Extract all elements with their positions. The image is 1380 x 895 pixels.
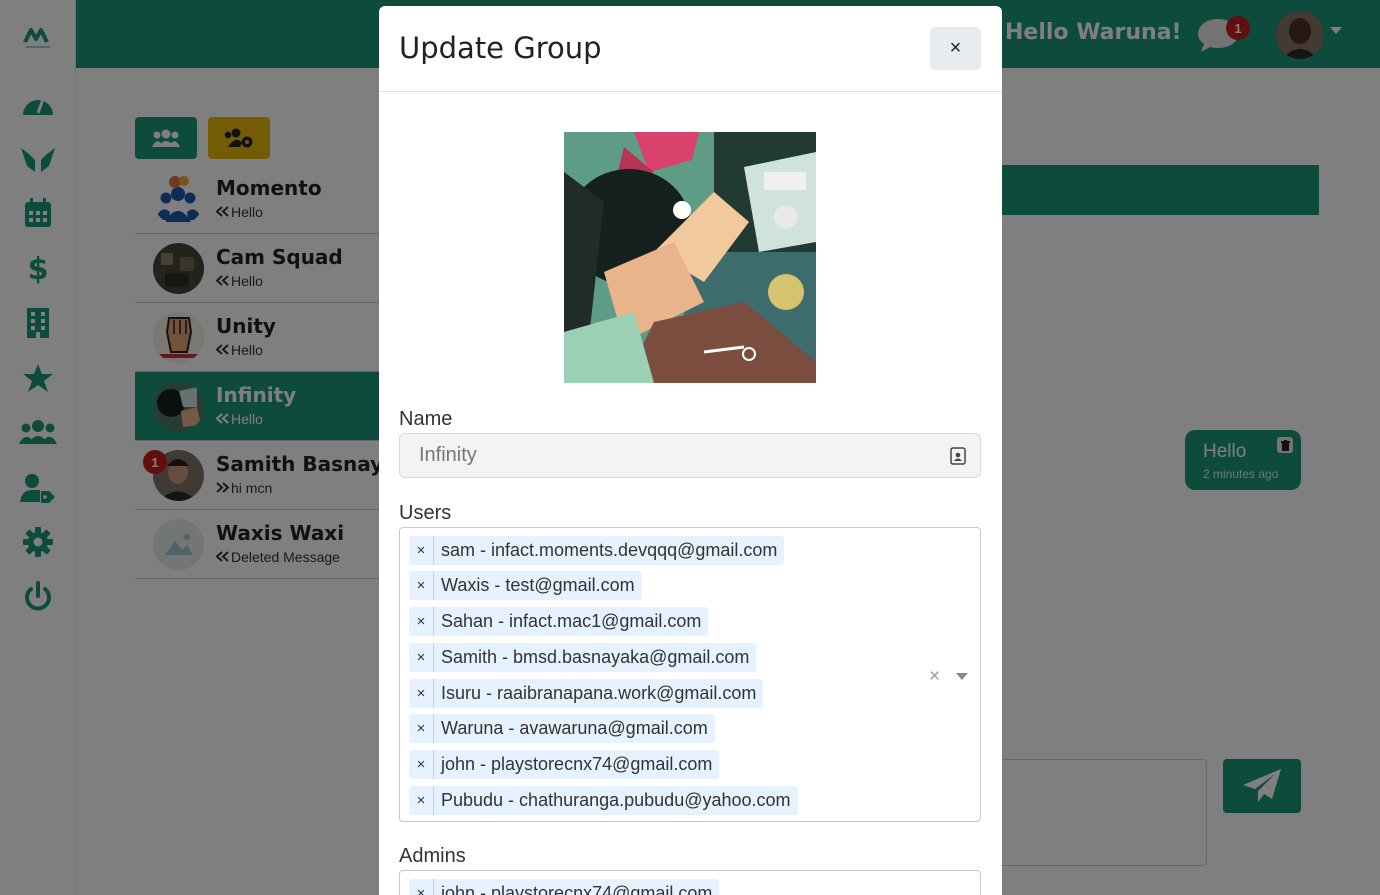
remove-chip-icon[interactable]: × bbox=[409, 750, 434, 779]
user-chip: × Waruna - avawaruna@gmail.com bbox=[409, 714, 715, 743]
group-image[interactable] bbox=[564, 132, 816, 383]
remove-chip-icon[interactable]: × bbox=[409, 714, 434, 743]
user-chip: × Sahan - infact.mac1@gmail.com bbox=[409, 607, 709, 636]
user-chip-label: sam - infact.moments.devqqq@gmail.com bbox=[441, 540, 778, 560]
user-chip: × john - playstorecnx74@gmail.com bbox=[409, 750, 720, 779]
remove-chip-icon[interactable]: × bbox=[409, 607, 434, 636]
user-chip-label: Waxis - test@gmail.com bbox=[441, 575, 635, 595]
users-multiselect[interactable]: × sam - infact.moments.devqqq@gmail.com × W… bbox=[399, 527, 981, 822]
remove-chip-icon[interactable]: × bbox=[409, 879, 434, 895]
user-chip: × sam - infact.moments.devqqq@gmail.com bbox=[409, 536, 785, 565]
modal-header: Update Group × bbox=[379, 6, 1002, 92]
user-chip: × Isuru - raaibranapana.work@gmail.com bbox=[409, 679, 764, 708]
remove-chip-icon[interactable]: × bbox=[409, 679, 434, 708]
users-label: Users bbox=[399, 502, 452, 524]
user-chip: × Samith - bmsd.basnayaka@gmail.com bbox=[409, 643, 757, 672]
remove-chip-icon[interactable]: × bbox=[409, 571, 434, 600]
remove-chip-icon[interactable]: × bbox=[409, 786, 434, 815]
user-chip: × Waxis - test@gmail.com bbox=[409, 571, 642, 600]
close-button[interactable]: × bbox=[930, 27, 981, 70]
admin-chip: × john - playstorecnx74@gmail.com bbox=[409, 879, 720, 895]
modal-title: Update Group bbox=[399, 31, 602, 65]
update-group-modal: Update Group × Name Users ×sam bbox=[379, 6, 1002, 895]
chevron-down-icon[interactable] bbox=[956, 673, 968, 680]
user-chip-label: Sahan - infact.mac1@gmail.com bbox=[441, 611, 702, 631]
admins-label: Admins bbox=[399, 845, 466, 867]
user-chip-label: Pubudu - chathuranga.pubudu@yahoo.com bbox=[441, 790, 791, 810]
remove-chip-icon[interactable]: × bbox=[409, 536, 434, 565]
user-chip: × Pubudu - chathuranga.pubudu@yahoo.com bbox=[409, 786, 798, 815]
group-name-input[interactable] bbox=[399, 433, 981, 478]
contact-card-icon bbox=[950, 447, 966, 465]
remove-chip-icon[interactable]: × bbox=[409, 643, 434, 672]
user-chip-label: Samith - bmsd.basnayaka@gmail.com bbox=[441, 647, 750, 667]
admin-chip-label: john - playstorecnx74@gmail.com bbox=[441, 883, 713, 895]
clear-all-icon[interactable]: × bbox=[929, 666, 940, 688]
user-chip-label: Isuru - raaibranapana.work@gmail.com bbox=[441, 683, 757, 703]
user-chip-label: Waruna - avawaruna@gmail.com bbox=[441, 718, 708, 738]
name-label: Name bbox=[399, 408, 453, 430]
admins-multiselect[interactable]: × john - playstorecnx74@gmail.com bbox=[399, 870, 981, 895]
user-chip-label: john - playstorecnx74@gmail.com bbox=[441, 754, 713, 774]
